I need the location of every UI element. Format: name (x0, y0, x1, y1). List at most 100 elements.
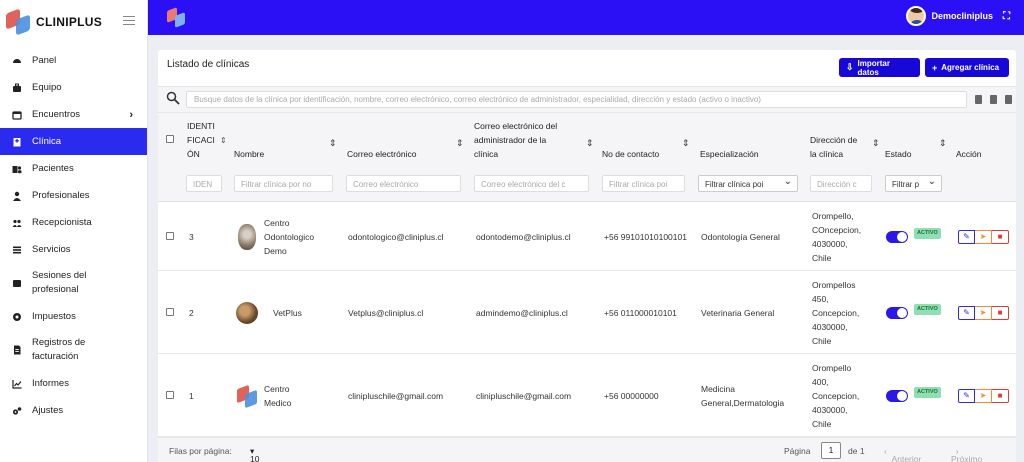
row-checkbox[interactable] (166, 231, 174, 240)
sort-icon[interactable]: ⇕ (220, 134, 227, 148)
sidebar-item-equipo[interactable]: Equipo (0, 74, 147, 101)
filter-address-input[interactable]: Dirección c (810, 175, 872, 192)
sidebar-item-encuentros[interactable]: Encuentros › (0, 101, 147, 128)
sidebar-item-label: Ajustes (32, 404, 64, 416)
header-name[interactable]: Nombre (234, 147, 264, 161)
sidebar-item-pacientes[interactable]: Pacientes (0, 155, 147, 182)
export-excel-icon[interactable] (990, 95, 997, 104)
clinic-address-line: Concepcion, (812, 390, 860, 401)
user-menu[interactable]: Democliniplus ⛶ (906, 6, 1010, 26)
row-checkbox[interactable] (166, 390, 174, 399)
status-toggle[interactable] (886, 230, 908, 243)
next-page-button[interactable]: Próximo › (951, 446, 982, 462)
import-data-button[interactable]: ⇩ Importar datos (839, 58, 920, 77)
briefcase-icon (12, 83, 22, 93)
select-all-checkbox[interactable] (166, 135, 174, 143)
clinic-name: Centro Odontologico Demo (264, 216, 314, 258)
header-specialization[interactable]: Especialización (700, 147, 759, 161)
clinic-specialization-line: Veterinaria General (701, 307, 775, 318)
clinic-address-line: 4030000, (812, 321, 848, 332)
sidebar-item-ajustes[interactable]: Ajustes (0, 397, 147, 424)
clinic-specialization-line: General,Dermatologia (701, 397, 785, 408)
clinic-address-line: 4030000, (812, 404, 848, 415)
page-number-input[interactable]: 1 (821, 442, 841, 459)
send-button[interactable]: ➤ (975, 229, 992, 244)
status-toggle[interactable] (886, 306, 908, 319)
rows-per-page-select[interactable]: 10 ▾ (250, 446, 259, 462)
edit-button[interactable]: ✎ (958, 305, 975, 320)
sidebar-item-sesiones-del-profesional[interactable]: Sesiones del profesional (0, 263, 147, 303)
header-id[interactable]: IDENTI FICACI ÓN ⇕ (187, 119, 227, 161)
delete-button[interactable]: ■ (992, 388, 1009, 403)
export-pdf-icon[interactable] (1005, 95, 1012, 104)
filter-row: IDEN Filtrar clínica por no Correo elect… (158, 167, 1016, 202)
sidebar-item-recepcionista[interactable]: Recepcionista (0, 209, 147, 236)
filter-id-input[interactable]: IDEN (186, 175, 222, 192)
clinic-address-line: 4030000, (812, 238, 848, 249)
sidebar-item-registros-de-facturacion[interactable]: Registros de facturación (0, 330, 147, 370)
sidebar-item-clinica[interactable]: Clínica (0, 128, 147, 155)
row-checkbox[interactable] (166, 307, 174, 316)
edit-button[interactable]: ✎ (958, 229, 975, 244)
header-status[interactable]: Estado (885, 147, 911, 161)
header-address[interactable]: Dirección de la clínica (810, 133, 857, 161)
sort-icon[interactable]: ⇕ (586, 138, 594, 149)
filter-specialization-select[interactable]: Filtrar clínica poi (698, 175, 798, 192)
sort-icon[interactable]: ⇕ (682, 138, 690, 149)
next-page-label: Próximo (951, 454, 983, 462)
invoice-icon (12, 345, 22, 355)
sidebar-item-label: Encuentros (32, 108, 81, 120)
clinic-name: Centro Medico (264, 382, 291, 410)
header-email[interactable]: Correo electrónico (347, 147, 416, 161)
filter-admin-email-input[interactable]: Correo electrónico del c (474, 175, 589, 192)
filter-contact-input[interactable]: Filtrar clínica poi (602, 175, 685, 192)
sidebar-item-informes[interactable]: Informes (0, 370, 147, 397)
export-csv-icon[interactable] (975, 95, 982, 104)
fullscreen-icon[interactable]: ⛶ (1003, 11, 1010, 22)
menu-toggle-icon[interactable] (123, 16, 135, 26)
add-clinic-button[interactable]: + Agregar clínica (925, 58, 1009, 77)
row-actions: ✎ ➤ ■ (958, 305, 1009, 320)
cogs-icon (12, 406, 22, 416)
edit-button[interactable]: ✎ (958, 388, 975, 403)
delete-button[interactable]: ■ (992, 305, 1009, 320)
clinic-logo (236, 384, 258, 408)
header-contact[interactable]: No de contacto (602, 147, 659, 161)
status-badge: ACTIVO (914, 303, 941, 315)
header-id-line: ÓN (187, 149, 200, 159)
user-name[interactable]: Democliniplus (931, 11, 993, 21)
filter-email-input[interactable]: Correo electrónico (346, 175, 461, 192)
search-icon (166, 91, 180, 105)
topbar: Democliniplus ⛶ (148, 0, 1024, 35)
status-toggle[interactable] (886, 389, 908, 402)
sort-icon[interactable]: ⇕ (456, 138, 464, 149)
table-row[interactable]: 2 VetPlus Vetplus@cliniplus.cl admindemo@cl… (158, 271, 1016, 354)
search-input[interactable] (186, 91, 967, 108)
sidebar-item-impuestos[interactable]: Impuestos (0, 303, 147, 330)
sidebar-item-panel[interactable]: Panel (0, 47, 147, 74)
sort-icon[interactable]: ⇕ (872, 138, 880, 149)
sort-icon[interactable]: ⇕ (329, 138, 337, 149)
clinic-name-line: Centro (264, 383, 290, 394)
header-admin-email[interactable]: Correo electrónico del administrador de … (474, 119, 557, 161)
chevron-right-icon[interactable]: › (129, 109, 133, 121)
sidebar-item-label: Sesiones del profesional (32, 270, 87, 295)
sort-icon[interactable]: ⇕ (939, 138, 947, 149)
clinic-address-line: Orompello, (812, 210, 854, 221)
table-row[interactable]: 3 Centro Odontologico Demo odontologico@clin… (158, 202, 1016, 271)
calendar-icon (12, 110, 22, 120)
clinic-address-line: Orompellos (812, 279, 856, 290)
previous-page-button[interactable]: ‹ Anterior (884, 446, 921, 462)
send-button[interactable]: ➤ (975, 388, 992, 403)
sidebar-item-label: Impuestos (32, 310, 76, 322)
send-button[interactable]: ➤ (975, 305, 992, 320)
table-row[interactable]: 1 Centro Medico clinipluschile@gmail.com cli… (158, 354, 1016, 437)
sidebar-item-servicios[interactable]: Servicios (0, 236, 147, 263)
filter-status-select[interactable]: Filtrar p (885, 175, 942, 192)
avatar[interactable] (906, 6, 927, 26)
cliniplus-logo-icon[interactable] (166, 6, 188, 28)
sidebar-item-profesionales[interactable]: Profesionales (0, 182, 147, 209)
clinic-email: clinipluschile@gmail.com (348, 390, 444, 401)
delete-button[interactable]: ■ (992, 229, 1009, 244)
filter-name-input[interactable]: Filtrar clínica por no (234, 175, 333, 192)
